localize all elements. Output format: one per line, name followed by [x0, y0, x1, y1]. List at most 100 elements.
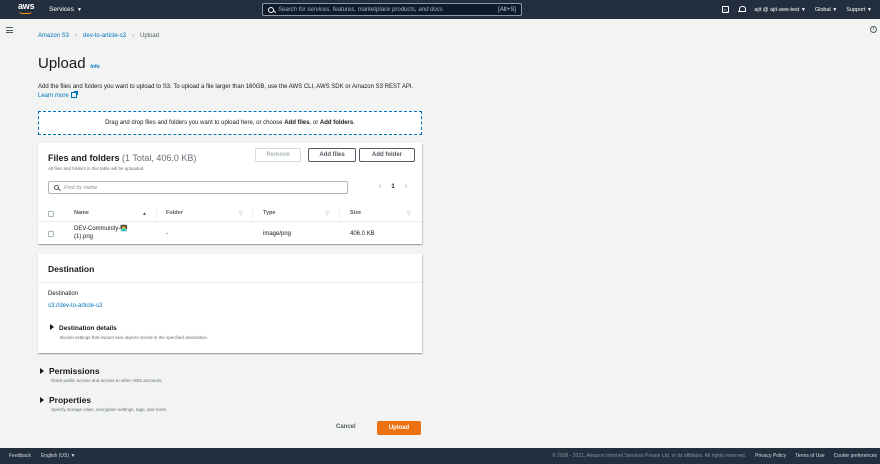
- global-search[interactable]: Search for services, features, marketpla…: [262, 3, 522, 16]
- column-size[interactable]: Size: [350, 210, 361, 216]
- files-folders-panel: Files and folders (1 Total, 406.0 KB) Al…: [38, 143, 422, 244]
- caret-right-icon: [40, 368, 44, 374]
- table-row[interactable]: DEV-Community-👨‍💻 (1).png - image/png 40…: [38, 223, 422, 243]
- destination-details-toggle[interactable]: Destination details: [50, 324, 117, 332]
- cancel-button[interactable]: Cancel: [336, 424, 356, 430]
- chevron-right-icon: ›: [75, 33, 78, 39]
- destination-link[interactable]: s3://dev-to-article-s3: [48, 303, 102, 309]
- search-icon: [268, 6, 274, 13]
- feedback-link[interactable]: Feedback: [9, 453, 31, 459]
- page-heading: Upload Info: [38, 55, 100, 72]
- info-link[interactable]: Info: [91, 64, 100, 70]
- search-icon: [54, 185, 59, 190]
- file-name-cont: (1).png: [74, 234, 94, 240]
- caret-down-icon: ▼: [800, 6, 806, 13]
- destination-details-sub: Bucket settings that impact new objects …: [60, 335, 209, 340]
- files-count: (1 Total, 406.0 KB): [122, 153, 197, 163]
- drop-zone[interactable]: Drag and drop files and folders you want…: [38, 111, 422, 135]
- caret-right-icon: [50, 324, 54, 330]
- files-title: Files and folders: [48, 153, 120, 163]
- language-label: English (US): [40, 453, 70, 459]
- column-folder[interactable]: Folder: [166, 210, 183, 216]
- add-files-button[interactable]: Add files: [308, 148, 356, 162]
- properties-section[interactable]: Properties Specify storage class, encryp…: [40, 395, 167, 412]
- dropzone-suffix: .: [353, 120, 355, 126]
- copyright-text: © 2008 - 2021, Amazon Internet Services …: [552, 453, 747, 459]
- breadcrumb-amazon-s3[interactable]: Amazon S3: [38, 33, 69, 39]
- support-label: Support: [846, 6, 866, 13]
- file-name: DEV-Community-👨‍💻: [74, 226, 128, 232]
- services-label: Services: [49, 6, 74, 13]
- prev-page-icon[interactable]: ‹: [379, 183, 381, 190]
- permissions-sub: Grant public access and access to other …: [51, 378, 163, 383]
- chevron-right-icon: ›: [132, 33, 135, 39]
- nav-right: >_ ajit @ ajit-aws-test ▼ Global ▼ Suppo…: [722, 0, 872, 19]
- privacy-link[interactable]: Privacy Policy: [755, 453, 786, 459]
- sort-icon[interactable]: ▽: [407, 211, 411, 217]
- row-checkbox[interactable]: [48, 231, 54, 237]
- region-menu[interactable]: Global ▼: [815, 7, 837, 13]
- support-menu[interactable]: Support ▼: [846, 7, 872, 13]
- properties-title: Properties: [49, 395, 92, 405]
- aws-logo-text: aws: [18, 1, 35, 11]
- notifications-bell-icon[interactable]: [738, 6, 747, 13]
- file-size: 406.0 KB: [350, 231, 375, 237]
- language-selector[interactable]: English (US) ▼: [41, 453, 75, 459]
- column-type[interactable]: Type: [263, 210, 275, 216]
- region-label: Global: [814, 6, 831, 13]
- account-label: ajit @ ajit-aws-test: [754, 6, 800, 13]
- column-divider: [156, 210, 157, 218]
- aws-smile-icon: [19, 11, 32, 14]
- breadcrumb: Amazon S3 › dev-to-article-s3 › Upload: [38, 33, 159, 39]
- cloudshell-icon[interactable]: >_: [722, 6, 730, 13]
- current-page[interactable]: 1: [391, 184, 394, 190]
- caret-down-icon: ▼: [832, 6, 838, 13]
- next-page-icon[interactable]: ›: [405, 183, 407, 190]
- properties-sub: Specify storage class, encryption settin…: [51, 407, 168, 412]
- filter-input[interactable]: Find by name: [64, 185, 97, 191]
- files-panel-title: Files and folders (1 Total, 406.0 KB): [48, 153, 196, 163]
- file-type: image/png: [263, 231, 292, 237]
- add-folder-button[interactable]: Add folder: [359, 148, 415, 162]
- top-navigation: aws Services ▼ Search for services, feat…: [0, 0, 880, 19]
- file-folder: -: [166, 231, 168, 237]
- aws-logo[interactable]: aws: [17, 0, 45, 19]
- breadcrumb-current: Upload: [140, 33, 160, 39]
- menu-hamburger-icon[interactable]: [6, 27, 13, 33]
- account-menu[interactable]: ajit @ ajit-aws-test ▼: [754, 7, 806, 13]
- terms-link[interactable]: Terms of Use: [795, 453, 824, 459]
- services-menu[interactable]: Services ▼: [49, 6, 82, 13]
- files-panel-header: Files and folders (1 Total, 406.0 KB) Al…: [48, 153, 196, 171]
- destination-label: Destination: [48, 291, 79, 297]
- dropzone-add-files: Add files: [284, 120, 310, 126]
- table-header: Name ▲ Folder ▽ Type ▽ Size ▽: [38, 206, 422, 222]
- learn-more-link[interactable]: Learn more: [38, 91, 78, 99]
- cookie-preferences-link[interactable]: Cookie preferences: [834, 453, 877, 459]
- breadcrumb-bucket[interactable]: dev-to-article-s3: [83, 33, 126, 39]
- sort-icon[interactable]: ▽: [239, 211, 243, 217]
- info-panel-icon[interactable]: i: [870, 26, 877, 33]
- upload-button[interactable]: Upload: [377, 421, 421, 435]
- caret-down-icon: ▼: [76, 6, 82, 13]
- destination-title: Destination: [38, 254, 422, 283]
- permissions-section[interactable]: Permissions Grant public access and acce…: [40, 366, 163, 383]
- select-all-checkbox[interactable]: [48, 211, 54, 217]
- column-name[interactable]: Name: [74, 210, 89, 216]
- sort-ascending-icon[interactable]: ▲: [142, 211, 147, 217]
- destination-panel: Destination Destination s3://dev-to-arti…: [38, 254, 422, 353]
- destination-details-title: Destination details: [59, 325, 117, 332]
- dropzone-prefix: Drag and drop files and folders you want…: [105, 120, 285, 126]
- search-input[interactable]: Search for services, features, marketpla…: [278, 7, 498, 13]
- dropzone-mid: , or: [309, 120, 320, 126]
- remove-button[interactable]: Remove: [255, 148, 301, 162]
- caret-right-icon: [40, 397, 44, 403]
- search-shortcut: [Alt+S]: [498, 6, 516, 13]
- find-by-name-filter[interactable]: Find by name: [48, 181, 348, 194]
- learn-more-label: Learn more: [38, 93, 69, 99]
- external-link-icon: [70, 91, 78, 98]
- column-divider: [339, 210, 340, 218]
- dropzone-add-folders: Add folders: [319, 120, 354, 126]
- intro-text: Add the files and folders you want to up…: [38, 84, 414, 90]
- sort-icon[interactable]: ▽: [325, 211, 329, 217]
- pagination: ‹ 1 ›: [379, 183, 407, 190]
